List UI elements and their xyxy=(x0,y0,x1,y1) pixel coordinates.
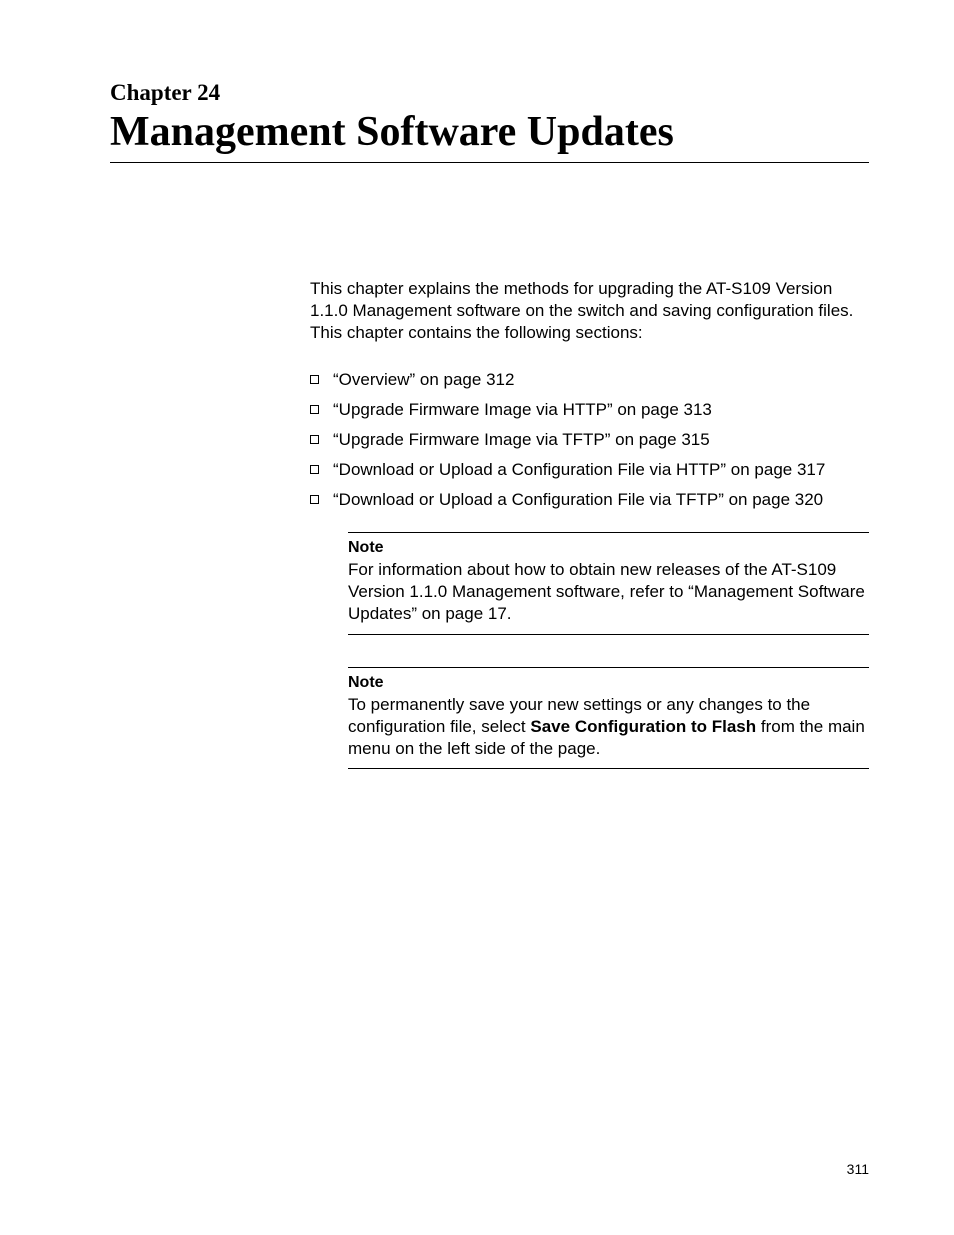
list-item-text: “Upgrade Firmware Image via TFTP” on pag… xyxy=(333,430,710,450)
note-label: Note xyxy=(348,539,869,557)
bullet-icon xyxy=(310,495,319,504)
chapter-title: Management Software Updates xyxy=(110,108,869,163)
list-item: “Download or Upload a Configuration File… xyxy=(310,490,869,510)
bullet-icon xyxy=(310,435,319,444)
chapter-label: Chapter 24 xyxy=(110,80,869,106)
list-item-text: “Download or Upload a Configuration File… xyxy=(333,490,823,510)
intro-paragraph: This chapter explains the methods for up… xyxy=(310,278,869,344)
bullet-icon xyxy=(310,405,319,414)
note-label: Note xyxy=(348,674,869,692)
note-block-2: Note To permanently save your new settin… xyxy=(348,667,869,769)
list-item-text: “Overview” on page 312 xyxy=(333,370,514,390)
list-item: “Upgrade Firmware Image via TFTP” on pag… xyxy=(310,430,869,450)
list-item-text: “Upgrade Firmware Image via HTTP” on pag… xyxy=(333,400,712,420)
note-text: For information about how to obtain new … xyxy=(348,559,869,625)
list-item: “Download or Upload a Configuration File… xyxy=(310,460,869,480)
list-item: “Overview” on page 312 xyxy=(310,370,869,390)
list-item: “Upgrade Firmware Image via HTTP” on pag… xyxy=(310,400,869,420)
bullet-icon xyxy=(310,465,319,474)
list-item-text: “Download or Upload a Configuration File… xyxy=(333,460,825,480)
bullet-icon xyxy=(310,375,319,384)
note-block-1: Note For information about how to obtain… xyxy=(348,532,869,634)
page-number: 311 xyxy=(847,1161,869,1177)
section-list: “Overview” on page 312 “Upgrade Firmware… xyxy=(310,370,869,510)
note-text: To permanently save your new settings or… xyxy=(348,694,869,760)
